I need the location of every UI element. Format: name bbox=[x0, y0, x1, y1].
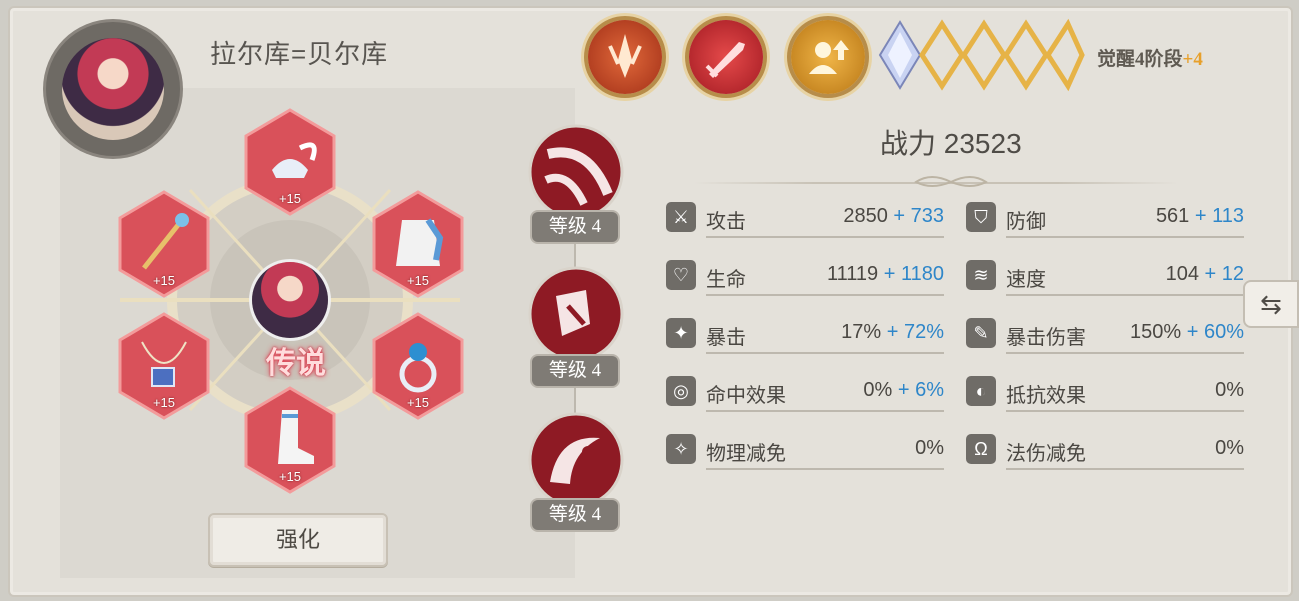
skill-1-icon[interactable] bbox=[528, 124, 624, 220]
stat-value: 150% + 60% bbox=[1130, 321, 1244, 343]
stat-row: ◎ 命中效果 0% + 6% bbox=[666, 376, 944, 416]
stat-value: 2850 + 733 bbox=[843, 205, 944, 227]
equip-ring[interactable]: +15 bbox=[370, 312, 466, 420]
divider-ornament-icon bbox=[914, 176, 988, 187]
hero-name: 拉尔库=贝尔库 bbox=[210, 39, 389, 69]
stat-underline bbox=[706, 468, 944, 470]
stat-value: 104 + 12 bbox=[1165, 263, 1244, 285]
stat-value: 0% bbox=[915, 437, 944, 459]
skill-3-icon[interactable] bbox=[528, 412, 624, 508]
awakening-stage: 觉醒4阶段+4 bbox=[1097, 49, 1203, 70]
stat-underline bbox=[1006, 410, 1244, 412]
stat-label: 速度 bbox=[1006, 269, 1046, 291]
combat-power: 战力 23523 bbox=[880, 128, 1022, 159]
stat-label: 物理减免 bbox=[706, 443, 786, 465]
stat-row: Ω 法伤减免 0% bbox=[966, 434, 1244, 474]
stat-label: 攻击 bbox=[706, 211, 746, 233]
stat-value: 0% + 6% bbox=[863, 379, 944, 401]
stat-underline bbox=[1006, 468, 1244, 470]
stat-underline bbox=[706, 294, 944, 296]
target-icon: ◎ bbox=[666, 376, 696, 406]
stat-value: 11119 + 1180 bbox=[827, 263, 944, 285]
stat-underline bbox=[706, 410, 944, 412]
phys-resist-icon: ✧ bbox=[666, 434, 696, 464]
stat-value: 17% + 72% bbox=[841, 321, 944, 343]
stat-label: 防御 bbox=[1006, 211, 1046, 233]
class-emblem-icon[interactable] bbox=[588, 20, 662, 94]
equip-weapon[interactable]: +15 bbox=[116, 190, 212, 298]
stat-row: ✎ 暴击伤害 150% + 60% bbox=[966, 318, 1244, 358]
crit-damage-icon: ✎ bbox=[966, 318, 996, 348]
swap-view-button[interactable]: ⇆ bbox=[1243, 280, 1299, 328]
sword-icon: ⚔ bbox=[666, 202, 696, 232]
stat-underline bbox=[706, 352, 944, 354]
equip-boots[interactable]: +15 bbox=[242, 386, 338, 494]
stat-row: ✦ 暴击 17% + 72% bbox=[666, 318, 944, 358]
resist-icon: ◐ bbox=[966, 376, 996, 406]
hero-avatar[interactable] bbox=[62, 38, 164, 140]
stat-label: 暴击 bbox=[706, 327, 746, 349]
crit-icon: ✦ bbox=[666, 318, 696, 348]
stat-underline bbox=[706, 236, 944, 238]
stat-value: 561 + 113 bbox=[1155, 205, 1244, 227]
equip-armor[interactable]: +15 bbox=[370, 190, 466, 298]
stat-row: ⚔ 攻击 2850 + 733 bbox=[666, 202, 944, 242]
enhance-button[interactable]: 强化 bbox=[208, 513, 388, 567]
stat-label: 抵抗效果 bbox=[1006, 385, 1086, 407]
stat-underline bbox=[1006, 294, 1244, 296]
wind-icon: ≋ bbox=[966, 260, 996, 290]
rarity-label: 传说 bbox=[266, 346, 326, 381]
stat-row: ♡ 生命 11119 + 1180 bbox=[666, 260, 944, 300]
skill-2-icon[interactable] bbox=[528, 266, 624, 362]
stat-label: 生命 bbox=[706, 269, 746, 291]
promotion-icon[interactable] bbox=[791, 20, 865, 94]
magic-resist-icon: Ω bbox=[966, 434, 996, 464]
hero-portrait-center bbox=[252, 262, 328, 338]
stat-row: ◐ 抵抗效果 0% bbox=[966, 376, 1244, 416]
stat-label: 命中效果 bbox=[706, 385, 786, 407]
stat-row: ≋ 速度 104 + 12 bbox=[966, 260, 1244, 300]
equip-helmet[interactable]: +15 bbox=[242, 108, 338, 216]
stat-underline bbox=[1006, 236, 1244, 238]
stat-value: 0% bbox=[1215, 379, 1244, 401]
skill-2-level: 等级 4 bbox=[532, 356, 618, 386]
skill-1-level: 等级 4 bbox=[532, 212, 618, 242]
equip-necklace[interactable]: +15 bbox=[116, 312, 212, 420]
stat-label: 法伤减免 bbox=[1006, 443, 1086, 465]
shield-icon: ⛉ bbox=[966, 202, 996, 232]
heart-icon: ♡ bbox=[666, 260, 696, 290]
skill-3-level: 等级 4 bbox=[532, 500, 618, 530]
stat-row: ⛉ 防御 561 + 113 bbox=[966, 202, 1244, 242]
awakening-stars-icon bbox=[878, 18, 1085, 92]
stat-value: 0% bbox=[1215, 437, 1244, 459]
stat-label: 暴击伤害 bbox=[1006, 327, 1086, 349]
attack-type-icon[interactable] bbox=[689, 20, 763, 94]
stat-row: ✧ 物理减免 0% bbox=[666, 434, 944, 474]
stat-underline bbox=[1006, 352, 1244, 354]
